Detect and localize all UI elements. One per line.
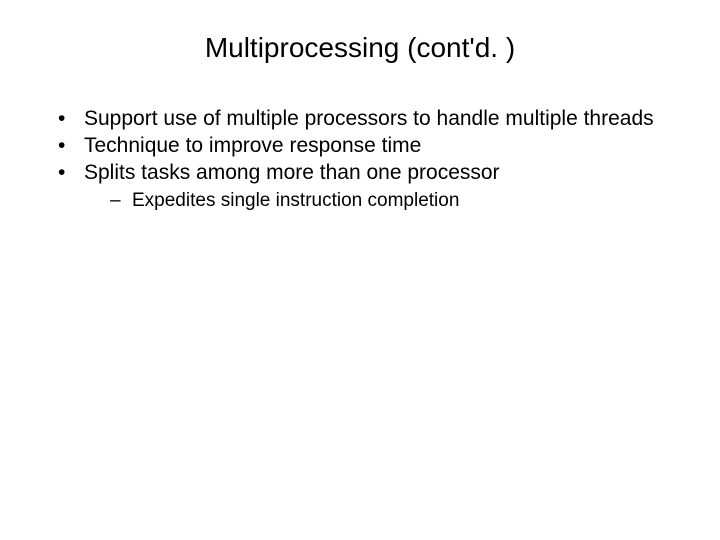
slide-title: Multiprocessing (cont'd. )	[40, 32, 680, 64]
bullet-item: Support use of multiple processors to ha…	[58, 106, 680, 133]
sub-bullet-item: Expedites single instruction completion	[110, 189, 680, 214]
slide-container: Multiprocessing (cont'd. ) Support use o…	[0, 0, 720, 540]
sub-bullet-list: Expedites single instruction completion	[84, 189, 680, 214]
bullet-text: Technique to improve response time	[84, 134, 421, 157]
sub-bullet-text: Expedites single instruction completion	[132, 190, 459, 211]
bullet-text: Splits tasks among more than one process…	[84, 161, 500, 184]
bullet-list: Support use of multiple processors to ha…	[40, 106, 680, 213]
bullet-item: Splits tasks among more than one process…	[58, 160, 680, 214]
bullet-text: Support use of multiple processors to ha…	[84, 107, 654, 130]
bullet-item: Technique to improve response time	[58, 133, 680, 160]
